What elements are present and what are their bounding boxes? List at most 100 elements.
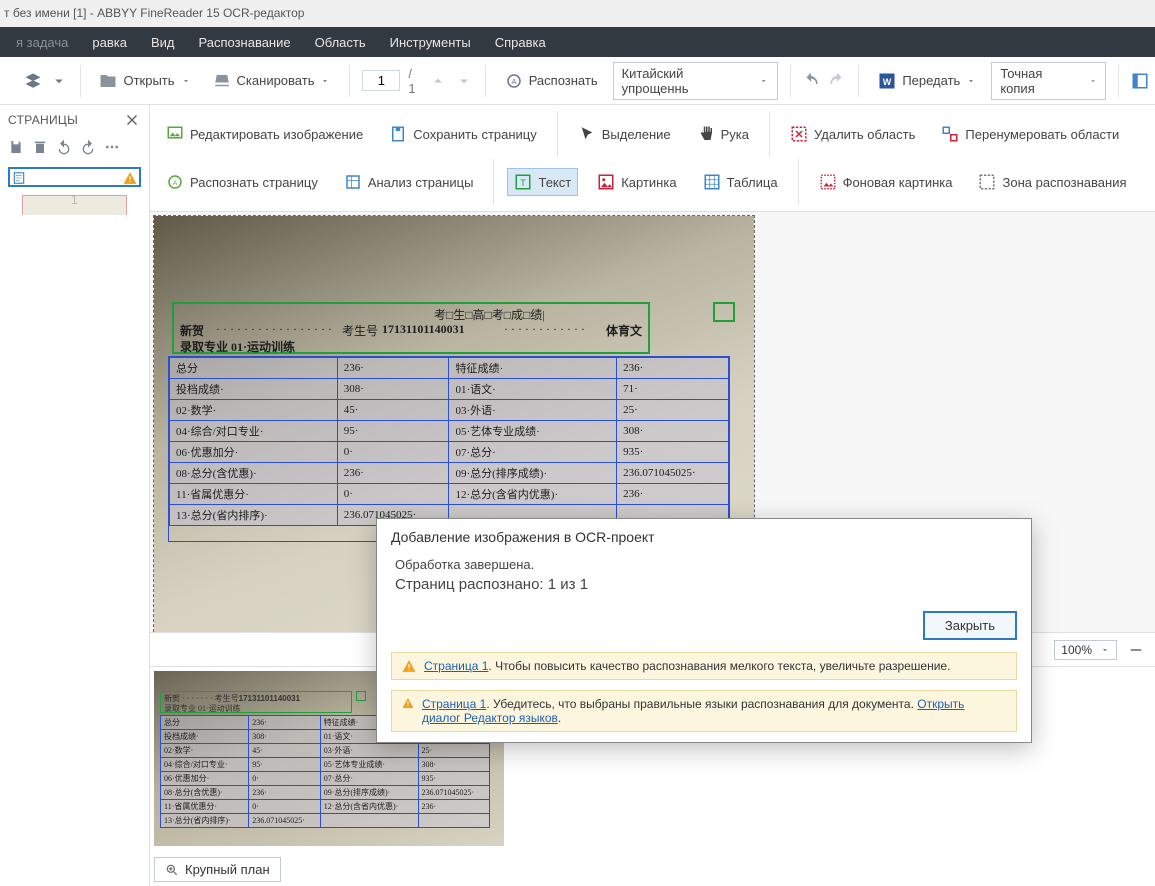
pane-toggle-icon[interactable] xyxy=(1131,72,1149,90)
text-area-button[interactable]: T Текст xyxy=(508,169,577,195)
edit-image-button[interactable]: Редактировать изображение xyxy=(160,121,369,147)
open-label: Открыть xyxy=(123,73,174,88)
delete-area-label: Удалить область xyxy=(814,127,915,142)
rec-zone-icon xyxy=(978,173,996,191)
redo-icon[interactable] xyxy=(828,72,846,90)
svg-text:W: W xyxy=(883,76,892,86)
big-view-label: Крупный план xyxy=(185,862,270,877)
workspace: СТРАНИЦЫ 1 xyxy=(0,105,1155,886)
sidebar-title: СТРАНИЦЫ xyxy=(8,113,78,127)
picture-area-button[interactable]: Картинка xyxy=(591,169,682,195)
menubar: я задача равка Вид Распознавание Область… xyxy=(0,27,1155,57)
page-down-icon[interactable] xyxy=(455,72,473,90)
menu-placeholder: я задача xyxy=(6,29,78,56)
renumber-label: Перенумеровать области xyxy=(965,127,1119,142)
select-label: Выделение xyxy=(602,127,671,142)
rec-zone-button[interactable]: Зона распознавания xyxy=(972,169,1132,195)
doc-header2b: 考生号 xyxy=(342,322,378,339)
svg-text:T: T xyxy=(521,178,527,188)
ocr-text-region[interactable]: 考□生□高□考□成□绩| 新贺 · · · · · · · · · · · · … xyxy=(172,302,650,354)
picture-label: Картинка xyxy=(621,175,676,190)
ocr-table: 总分236·特征成绩·236·投档成绩·308·01·语文·71·02·数学·4… xyxy=(169,357,729,526)
ocr-table-region[interactable]: 总分236·特征成绩·236·投档成绩·308·01·语文·71·02·数学·4… xyxy=(168,356,730,542)
scan-button[interactable]: Сканировать xyxy=(206,67,338,95)
save-page-icon xyxy=(389,125,407,143)
warning2-tail: . xyxy=(558,711,561,725)
bg-picture-button[interactable]: Фоновая картинка xyxy=(813,169,959,195)
dropdown-chevron-icon[interactable] xyxy=(50,72,68,90)
warning1-page-link[interactable]: Страница 1 xyxy=(424,659,488,673)
save-page-button[interactable]: Сохранить страницу xyxy=(383,121,543,147)
language-dropdown[interactable]: Китайский упрощеннь xyxy=(613,62,778,100)
menu-tools[interactable]: Инструменты xyxy=(380,29,481,56)
hand-icon xyxy=(697,125,715,143)
main-toolbar: Открыть Сканировать / 1 A Распознать Кит… xyxy=(0,57,1155,105)
delete-area-button[interactable]: Удалить область xyxy=(784,121,921,147)
scan-label: Сканировать xyxy=(237,73,315,88)
zoom-in-icon xyxy=(165,863,179,877)
analyze-label: Анализ страницы xyxy=(368,175,474,190)
menu-area[interactable]: Область xyxy=(305,29,376,56)
scanner-icon xyxy=(213,72,231,90)
dialog-close-button[interactable]: Закрыть xyxy=(923,611,1017,640)
more-icon[interactable] xyxy=(104,139,120,155)
page-thumbnail[interactable] xyxy=(8,167,141,187)
hand-button[interactable]: Рука xyxy=(691,121,755,147)
main-area: Редактировать изображение Сохранить стра… xyxy=(150,105,1155,886)
warning1-text: . Чтобы повысить качество распознавания … xyxy=(488,659,950,673)
zoom-dropdown[interactable]: 100% xyxy=(1054,640,1117,660)
open-button[interactable]: Открыть xyxy=(92,67,197,95)
recognize-page-label: Распознать страницу xyxy=(190,175,318,190)
menu-edit[interactable]: равка xyxy=(82,29,137,56)
table-area-button[interactable]: Таблица xyxy=(697,169,784,195)
delete-area-icon xyxy=(790,125,808,143)
text-label: Текст xyxy=(538,175,571,190)
edit-image-label: Редактировать изображение xyxy=(190,127,363,142)
bg-picture-icon xyxy=(819,173,837,191)
recognize-button[interactable]: A Распознать xyxy=(498,67,605,95)
secondary-toolbar: Редактировать изображение Сохранить стра… xyxy=(150,105,1155,212)
layout-label: Точная копия xyxy=(1000,66,1066,96)
menu-help[interactable]: Справка xyxy=(485,29,556,56)
menu-view[interactable]: Вид xyxy=(141,29,185,56)
delete-icon[interactable] xyxy=(32,139,48,155)
hand-label: Рука xyxy=(721,127,749,142)
dialog-title: Добавление изображения в OCR-проект xyxy=(377,519,1031,551)
send-button[interactable]: W Передать xyxy=(871,67,983,95)
undo-icon[interactable] xyxy=(802,72,820,90)
warning2-page-link[interactable]: Страница 1 xyxy=(422,697,486,711)
dialog-status-recognized: Страниц распознано: 1 из 1 xyxy=(395,576,1013,593)
doc-header2a: 新贺 xyxy=(180,322,204,339)
menu-recognition[interactable]: Распознавание xyxy=(188,29,300,56)
save-icon[interactable] xyxy=(8,139,24,155)
page-type-icon xyxy=(12,171,26,185)
ocr-text-region-small[interactable] xyxy=(713,302,735,322)
zoom-out-icon[interactable] xyxy=(1127,641,1145,659)
analyze-page-button[interactable]: Анализ страницы xyxy=(338,169,480,195)
stack-icon[interactable] xyxy=(24,72,42,90)
warning-icon xyxy=(123,171,137,185)
doc-header2c: 体育文 xyxy=(606,322,642,339)
doc-header1: 考□生□高□考□成□绩| xyxy=(434,306,545,323)
big-view-button[interactable]: Крупный план xyxy=(154,857,281,882)
recognize-label: Распознать xyxy=(529,73,598,88)
rotate-right-icon[interactable] xyxy=(80,139,96,155)
svg-text:A: A xyxy=(173,180,178,187)
page-number-input[interactable] xyxy=(362,70,400,91)
analyze-icon xyxy=(344,173,362,191)
send-label: Передать xyxy=(902,73,960,88)
close-sidebar-icon[interactable] xyxy=(123,111,141,129)
dialog-warning-2: Страница 1. Убедитесь, что выбраны прави… xyxy=(391,690,1017,732)
renumber-button[interactable]: Перенумеровать области xyxy=(935,121,1125,147)
layout-dropdown[interactable]: Точная копия xyxy=(991,62,1106,100)
page-total-label: / 1 xyxy=(408,66,420,96)
warning-icon xyxy=(402,659,416,673)
page-up-icon[interactable] xyxy=(429,72,447,90)
recognize-page-button[interactable]: A Распознать страницу xyxy=(160,169,324,195)
task-label xyxy=(6,73,16,88)
warning-icon xyxy=(402,697,414,711)
select-button[interactable]: Выделение xyxy=(572,121,677,147)
rotate-left-icon[interactable] xyxy=(56,139,72,155)
warning2-text: . Убедитесь, что выбраны правильные язык… xyxy=(486,697,917,711)
svg-text:A: A xyxy=(511,77,516,86)
